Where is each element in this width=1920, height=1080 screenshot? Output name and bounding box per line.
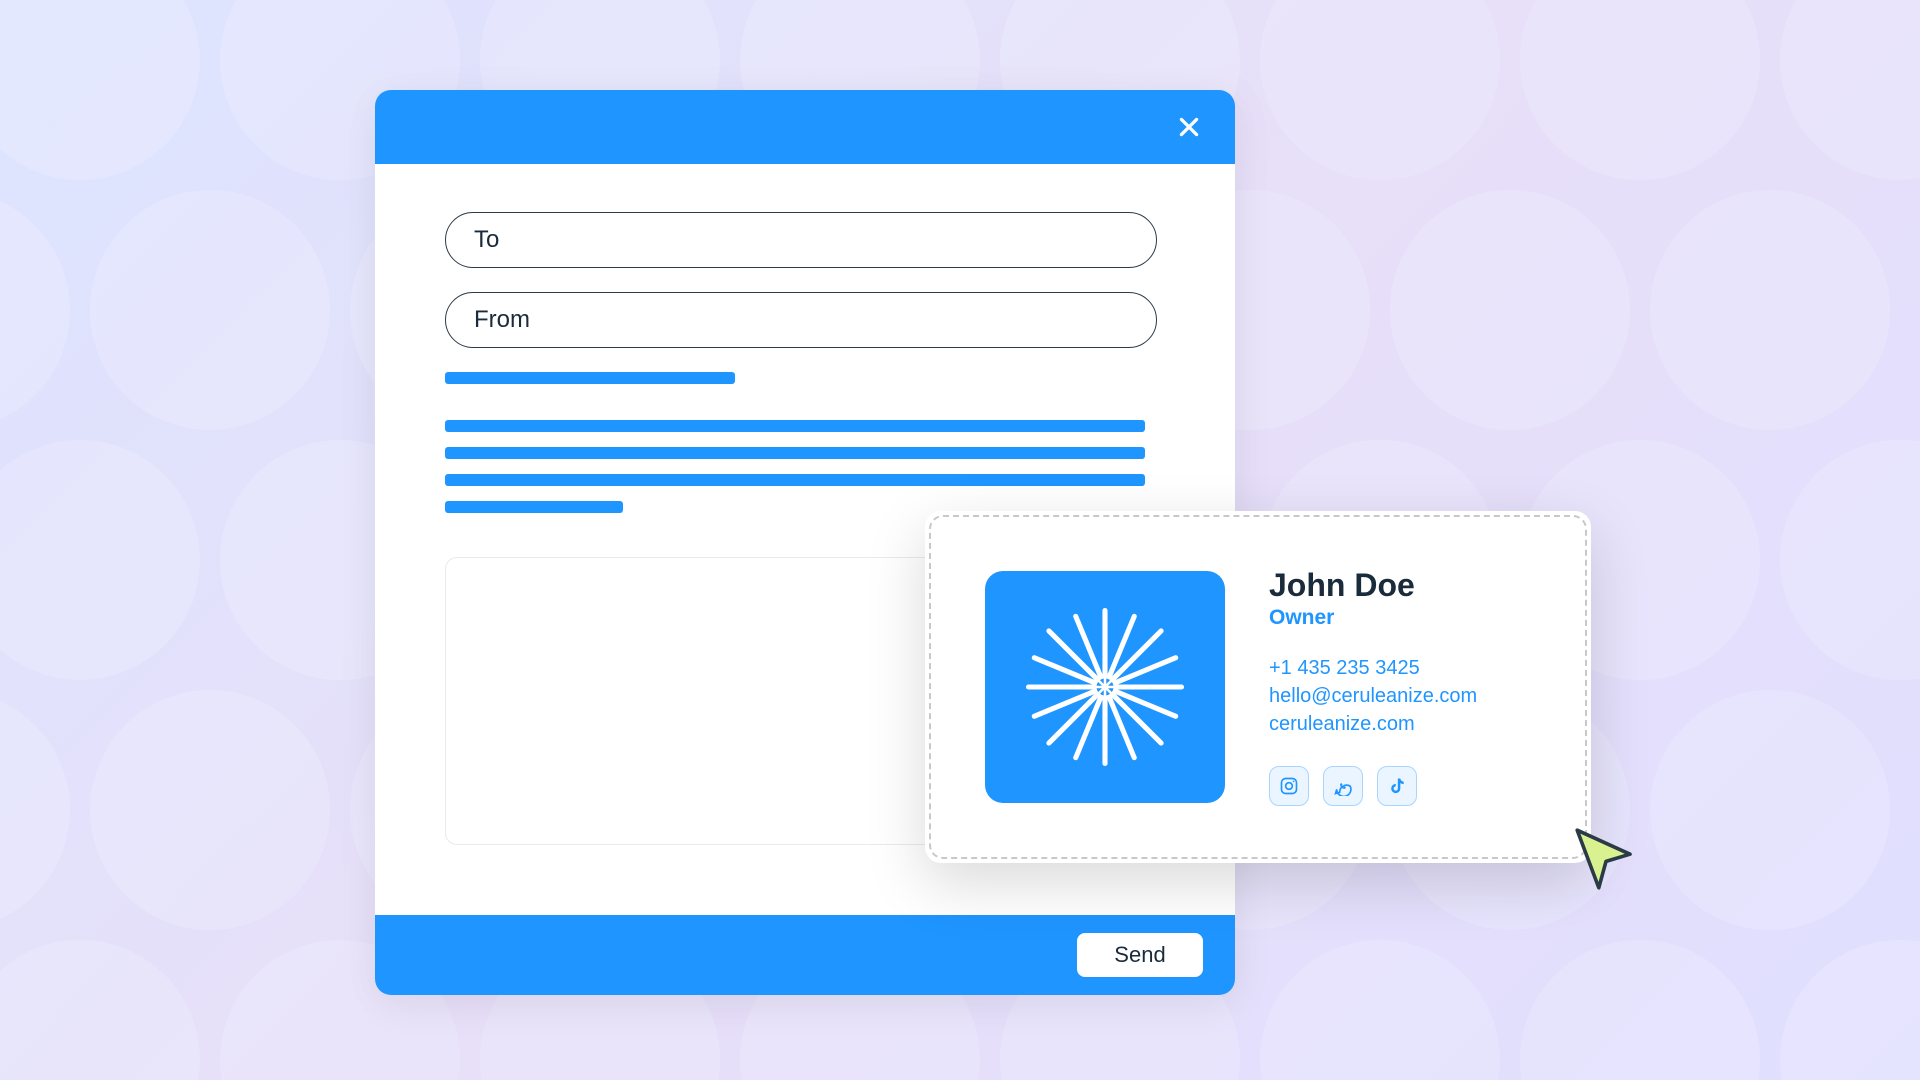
tiktok-button[interactable] xyxy=(1377,766,1417,806)
body-line xyxy=(445,372,735,384)
body-line xyxy=(445,420,1145,432)
instagram-icon xyxy=(1279,776,1299,796)
starburst-icon xyxy=(1020,602,1190,772)
whatsapp-button[interactable] xyxy=(1323,766,1363,806)
signature-website: ceruleanize.com xyxy=(1269,710,1477,738)
signature-info: John Doe Owner +1 435 235 3425 hello@cer… xyxy=(1269,568,1477,805)
tiktok-icon xyxy=(1387,776,1407,796)
body-line xyxy=(445,447,1145,459)
close-icon xyxy=(1176,114,1202,140)
instagram-button[interactable] xyxy=(1269,766,1309,806)
social-row xyxy=(1269,766,1477,806)
window-header xyxy=(375,90,1235,164)
body-line xyxy=(445,474,1145,486)
signature-role: Owner xyxy=(1269,606,1477,630)
signature-card[interactable]: John Doe Owner +1 435 235 3425 hello@cer… xyxy=(925,511,1591,863)
signature-logo xyxy=(985,571,1225,803)
signature-phone: +1 435 235 3425 xyxy=(1269,654,1477,682)
whatsapp-icon xyxy=(1333,776,1353,796)
body-line xyxy=(445,501,623,513)
from-label: From xyxy=(474,306,530,334)
signature-email: hello@ceruleanize.com xyxy=(1269,682,1477,710)
message-body-placeholder xyxy=(445,372,1165,513)
from-field[interactable]: From xyxy=(445,292,1157,348)
close-button[interactable] xyxy=(1171,109,1207,145)
window-footer: Send xyxy=(375,915,1235,995)
to-field[interactable]: To xyxy=(445,212,1157,268)
to-label: To xyxy=(474,226,499,254)
send-button[interactable]: Send xyxy=(1077,933,1203,977)
cursor-icon xyxy=(1570,823,1642,895)
signature-name: John Doe xyxy=(1269,568,1477,603)
